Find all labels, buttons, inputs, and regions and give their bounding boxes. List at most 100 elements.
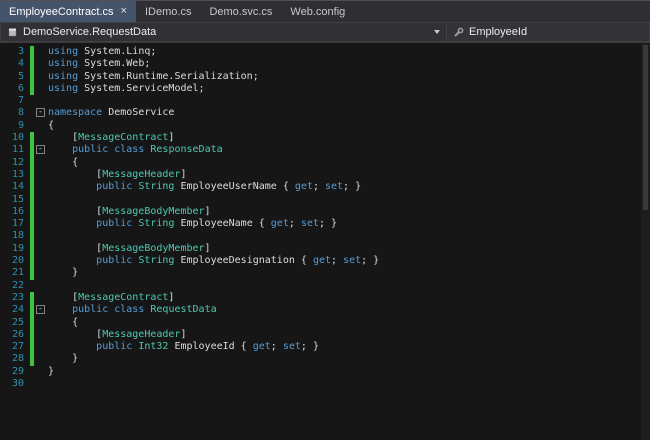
code-line-28: 28 } [0, 353, 650, 366]
line-number: 4 [17, 58, 24, 70]
tab-label: Web.config [290, 5, 346, 18]
line-number: 17 [11, 218, 24, 230]
code-line-7: 7 [0, 95, 650, 107]
line-number: 10 [11, 132, 24, 144]
code-line-15: 15 [0, 193, 650, 206]
code-line-5: 5 using System.Runtime.Serialization; [0, 70, 650, 83]
navigation-bar: DemoService.RequestData EmployeeId [0, 22, 650, 43]
fold-margin [34, 353, 48, 365]
code-text: [MessageBodyMember] [48, 205, 211, 217]
fold-margin [34, 206, 48, 218]
code-line-23: 23 [MessageContract] [0, 291, 650, 305]
line-number: 5 [17, 70, 24, 82]
code-text: using System.Web; [48, 58, 151, 70]
tab-demo-svc-cs[interactable]: Demo.svc.cs [200, 1, 281, 22]
code-line-4: 4 using System.Web; [0, 58, 650, 71]
code-text: namespace DemoService [48, 107, 175, 119]
fold-margin [34, 243, 48, 255]
fold-margin [34, 132, 48, 144]
fold-collapse-icon[interactable]: - [36, 108, 45, 118]
fold-margin [34, 71, 48, 83]
fold-margin [34, 317, 48, 329]
line-number: 14 [11, 181, 24, 193]
fold-margin [34, 83, 48, 95]
fold-collapse-icon[interactable]: - [36, 145, 45, 155]
code-line-14: 14 public String EmployeeUserName { get;… [0, 181, 650, 194]
code-text: public class RequestData [72, 304, 217, 316]
fold-margin [34, 157, 48, 169]
code-text: using System.Runtime.Serialization; [48, 70, 259, 82]
fold-margin [34, 378, 48, 390]
line-number: 7 [17, 95, 24, 107]
code-text: public String EmployeeUserName { get; se… [96, 181, 362, 193]
line-number: 18 [11, 230, 24, 242]
tab-idemo-cs[interactable]: IDemo.cs [136, 1, 200, 22]
code-text: [MessageBodyMember] [48, 242, 211, 254]
code-line-26: 26 [MessageHeader] [0, 328, 650, 342]
code-lines: 3 using System.Linq; 4 using System.Web; 5 us… [0, 46, 650, 390]
type-dropdown-label: DemoService.RequestData [23, 26, 157, 38]
code-text: } [48, 365, 55, 377]
fold-margin [34, 366, 48, 378]
code-line-25: 25 { [0, 316, 650, 329]
code-line-19: 19 [MessageBodyMember] [0, 242, 650, 256]
code-line-3: 3 using System.Linq; [0, 46, 650, 59]
code-text: [MessageContract] [48, 132, 175, 144]
fold-margin [34, 95, 48, 107]
code-line-24: 24 - public class RequestData [0, 304, 650, 317]
fold-margin: - [34, 144, 48, 156]
line-number: 21 [11, 267, 24, 279]
fold-margin [34, 230, 48, 242]
close-icon[interactable]: × [121, 6, 127, 17]
code-line-10: 10 [MessageContract] [0, 132, 650, 145]
code-text: [MessageContract] [48, 291, 175, 303]
line-number: 9 [17, 119, 24, 131]
code-line-13: 13 [MessageHeader] [0, 168, 650, 182]
vs-editor-window: EmployeeContract.cs × IDemo.cs Demo.svc.cs W… [0, 0, 650, 440]
code-line-21: 21 } [0, 267, 650, 280]
code-text: [MessageHeader] [48, 328, 187, 340]
code-line-17: 17 public String EmployeeName { get; set… [0, 218, 650, 231]
tab-employeecontract-cs[interactable]: EmployeeContract.cs × [0, 1, 136, 22]
fold-margin [34, 267, 48, 279]
code-editor[interactable]: 3 using System.Linq; 4 using System.Web; 5 us… [0, 43, 650, 440]
code-text: public String EmployeeName { get; set; } [96, 218, 338, 230]
line-number: 22 [11, 279, 24, 291]
fold-margin [34, 280, 48, 292]
tab-label: Demo.svc.cs [209, 5, 273, 18]
type-dropdown[interactable]: DemoService.RequestData [0, 22, 447, 42]
line-number: 23 [11, 291, 24, 303]
line-number: 30 [11, 378, 24, 390]
fold-collapse-icon[interactable]: - [36, 305, 45, 315]
member-dropdown[interactable]: EmployeeId [447, 22, 650, 42]
code-line-9: 9{ [0, 120, 650, 132]
fold-margin [34, 329, 48, 341]
code-text: using System.Linq; [48, 46, 157, 57]
vertical-scrollbar[interactable] [641, 43, 650, 440]
code-text: } [48, 353, 79, 365]
code-line-18: 18 [0, 230, 650, 243]
code-text: using System.ServiceModel; [48, 82, 205, 94]
tab-web-config[interactable]: Web.config [281, 1, 354, 22]
line-number: 8 [17, 107, 24, 119]
line-number: 11 [11, 144, 24, 156]
line-number: 29 [11, 365, 24, 377]
property-icon [453, 27, 464, 38]
chevron-down-icon[interactable] [434, 30, 440, 34]
line-number: 13 [11, 168, 24, 180]
code-line-29: 29} [0, 366, 650, 378]
code-text: public Int32 EmployeeId { get; set; } [96, 341, 319, 353]
fold-margin: - [34, 107, 48, 119]
code-line-16: 16 [MessageBodyMember] [0, 205, 650, 219]
line-number: 15 [11, 193, 24, 205]
line-number: 26 [11, 328, 24, 340]
line-number: 24 [11, 304, 24, 316]
code-text: public String EmployeeDesignation { get;… [96, 255, 380, 267]
code-line-6: 6 using System.ServiceModel; [0, 82, 650, 96]
code-line-22: 22 [0, 280, 650, 292]
fold-margin [34, 341, 48, 353]
scrollbar-thumb[interactable] [643, 45, 648, 210]
line-number: 19 [11, 242, 24, 254]
